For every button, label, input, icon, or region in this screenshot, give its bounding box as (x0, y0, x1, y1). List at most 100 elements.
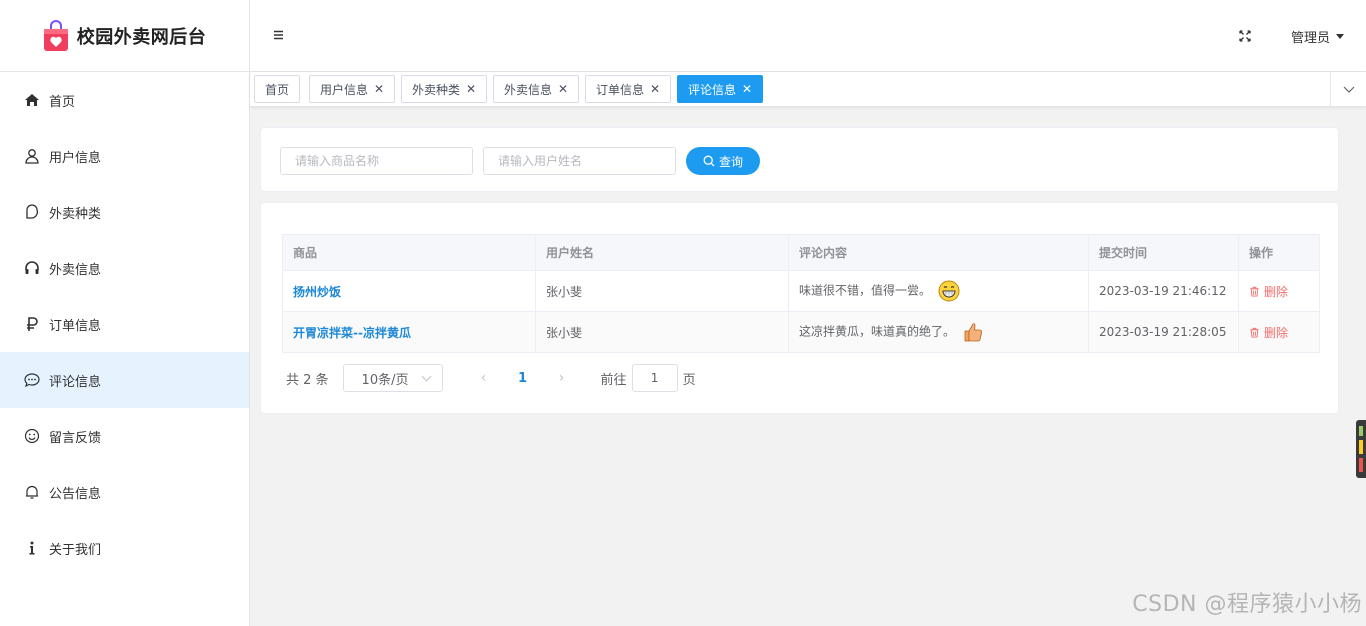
prev-page-icon[interactable]: ‹ (469, 370, 499, 386)
pagination-total: 共 2 条 (286, 372, 329, 388)
thumbs-up-emoji-icon (964, 323, 982, 342)
table-row: 扬州炒饭 张小斐 味道很不错，值得一尝。 2023-03-19 21:46:12 (282, 270, 1320, 312)
column-header[interactable]: 用户姓名 (535, 234, 789, 271)
comment-cell: 味道很不错，值得一尝。 (788, 270, 1089, 312)
tab-label: 评论信息 (688, 82, 737, 97)
chat-icon (24, 372, 40, 388)
column-header[interactable]: 提交时间 (1088, 234, 1239, 271)
menu-toggle-icon[interactable] (272, 28, 286, 42)
close-icon[interactable]: ✕ (742, 83, 752, 95)
tab-categories[interactable]: 外卖种类 ✕ (401, 75, 488, 103)
app-title: 校园外卖网后台 (76, 26, 207, 48)
sidebar-item-users[interactable]: 用户信息 (0, 128, 249, 184)
delete-label: 删除 (1264, 325, 1289, 340)
pagination: 共 2 条 10条/页 ‹ 1 › 前往 页 (286, 364, 696, 392)
tab-label: 用户信息 (320, 82, 369, 97)
search-button[interactable]: 查询 (686, 147, 760, 175)
close-icon[interactable]: ✕ (466, 83, 476, 95)
table-row: 开胃凉拌菜--凉拌黄瓜 张小斐 这凉拌黄瓜，味道真的绝了。 2023-03-19… (282, 311, 1320, 353)
column-header[interactable]: 评论内容 (788, 234, 1089, 271)
sidebar-item-categories[interactable]: 外卖种类 (0, 184, 249, 240)
comment-cell: 这凉拌黄瓜，味道真的绝了。 (788, 311, 1089, 353)
grin-emoji-icon (938, 280, 960, 302)
headset-icon (24, 260, 40, 276)
sidebar-item-label: 留言反馈 (49, 430, 102, 446)
sidebar-item-takeout[interactable]: 外卖信息 (0, 240, 249, 296)
caret-down-icon (1336, 34, 1344, 39)
table-header-row: 商品 用户姓名 评论内容 提交时间 操作 (282, 234, 1320, 271)
delete-button[interactable]: 删除 (1249, 324, 1288, 341)
sidebar-item-label: 外卖种类 (49, 206, 102, 222)
tab-home[interactable]: 首页 (254, 75, 301, 103)
sidebar-item-orders[interactable]: 订单信息 (0, 296, 249, 352)
sidebar-item-label: 首页 (49, 94, 76, 110)
time-cell: 2023-03-19 21:46:12 (1088, 270, 1239, 312)
home-icon (24, 92, 40, 108)
user-icon (24, 148, 40, 164)
close-icon[interactable]: ✕ (558, 83, 568, 95)
sidebar: 校园外卖网后台 首页 用户信息 外卖种类 外卖信息 订单信息 评论信息 留言反馈… (0, 0, 250, 626)
watermark: CSDN @程序猿小小杨 (1132, 592, 1362, 617)
widget-bar (1359, 426, 1363, 436)
page-size-select[interactable]: 10条/页 (342, 364, 443, 392)
column-header[interactable]: 商品 (282, 234, 536, 271)
user-cell: 张小斐 (535, 270, 789, 312)
sidebar-item-label: 外卖信息 (49, 262, 102, 278)
side-scroll-widget[interactable] (1356, 420, 1366, 478)
tab-label: 外卖种类 (412, 82, 461, 97)
search-button-label: 查询 (718, 154, 743, 169)
tab-label: 首页 (265, 82, 290, 97)
close-icon[interactable]: ✕ (650, 83, 660, 95)
tabs-dropdown-icon[interactable] (1330, 72, 1366, 107)
user-dropdown[interactable]: 管理员 (1291, 27, 1344, 46)
user-name: 管理员 (1290, 31, 1330, 46)
close-icon[interactable]: ✕ (374, 83, 384, 95)
action-cell: 删除 (1238, 270, 1320, 312)
sidebar-item-label: 订单信息 (49, 318, 102, 334)
comments-table: 商品 用户姓名 评论内容 提交时间 操作 扬州炒饭 张小斐 味道很不错，值得一尝… (282, 234, 1320, 353)
widget-bar (1359, 440, 1363, 454)
comment-text: 味道很不错，值得一尝。 (799, 283, 932, 298)
search-panel: 查询 (260, 127, 1339, 192)
tab-takeout[interactable]: 外卖信息 ✕ (493, 75, 580, 103)
page-number[interactable]: 1 (514, 371, 532, 386)
user-name-input[interactable] (483, 147, 676, 175)
bell-icon (24, 484, 40, 500)
sidebar-menu: 首页 用户信息 外卖种类 外卖信息 订单信息 评论信息 留言反馈 公告信息 关于… (0, 72, 249, 576)
logo[interactable]: 校园外卖网后台 (0, 0, 249, 72)
comments-table-panel: 商品 用户姓名 评论内容 提交时间 操作 扬州炒饭 张小斐 味道很不错，值得一尝… (260, 202, 1339, 414)
trash-icon (1250, 327, 1259, 338)
product-name-input[interactable] (280, 147, 473, 175)
goto-suffix: 页 (682, 372, 696, 388)
sidebar-item-comments[interactable]: 评论信息 (0, 352, 249, 408)
sidebar-item-notices[interactable]: 公告信息 (0, 464, 249, 520)
time-cell: 2023-03-19 21:28:05 (1088, 311, 1239, 353)
tab-users[interactable]: 用户信息 ✕ (309, 75, 396, 103)
sidebar-item-home[interactable]: 首页 (0, 72, 249, 128)
action-cell: 删除 (1238, 311, 1320, 353)
chevron-down-icon (421, 371, 431, 381)
info-icon (24, 540, 40, 556)
sidebar-item-label: 关于我们 (49, 542, 102, 558)
fullscreen-icon[interactable] (1238, 29, 1252, 43)
column-header[interactable]: 操作 (1238, 234, 1320, 271)
delete-button[interactable]: 删除 (1249, 283, 1288, 300)
sidebar-item-feedback[interactable]: 留言反馈 (0, 408, 249, 464)
goto-prefix: 前往 (600, 372, 627, 388)
product-link[interactable]: 扬州炒饭 (293, 285, 341, 299)
sidebar-item-label: 公告信息 (49, 486, 102, 502)
sidebar-item-label: 评论信息 (49, 374, 102, 390)
next-page-icon[interactable]: › (547, 370, 577, 386)
tabs-bar: 首页 用户信息 ✕ 外卖种类 ✕ 外卖信息 ✕ 订单信息 ✕ 评论信息 ✕ (250, 72, 1366, 107)
tab-orders[interactable]: 订单信息 ✕ (585, 75, 672, 103)
user-cell: 张小斐 (535, 311, 789, 353)
product-link[interactable]: 开胃凉拌菜--凉拌黄瓜 (293, 326, 411, 340)
page-size-value: 10条/页 (361, 372, 409, 388)
trash-icon (1250, 286, 1259, 297)
goto-page-input[interactable] (631, 364, 678, 392)
sidebar-item-about[interactable]: 关于我们 (0, 520, 249, 576)
tab-comments[interactable]: 评论信息 ✕ (677, 75, 764, 103)
tab-label: 外卖信息 (504, 82, 553, 97)
sidebar-item-label: 用户信息 (49, 150, 102, 166)
smile-icon (24, 428, 40, 444)
